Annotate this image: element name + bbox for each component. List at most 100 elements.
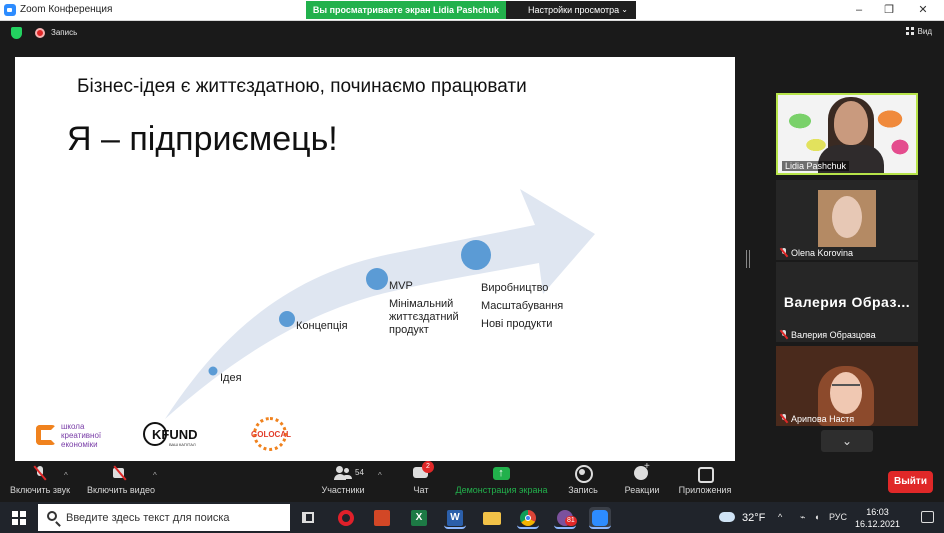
start-video-button[interactable]: Включить видео xyxy=(86,465,156,501)
chrome-center xyxy=(525,515,531,521)
reactions-icon xyxy=(633,461,651,481)
maximize-button[interactable]: ❐ xyxy=(878,2,900,18)
participant-face xyxy=(830,372,862,414)
kfund-logo-text: KFUND xyxy=(152,427,198,442)
view-button[interactable]: Вид xyxy=(905,27,932,36)
notifications-icon[interactable] xyxy=(921,511,934,523)
recording-icon xyxy=(35,28,45,38)
participant-tile-active-speaker[interactable]: Lidia Pashchuk xyxy=(776,93,918,175)
participants-label: Участники xyxy=(321,485,365,495)
stage-label-mvp-line3: продукт xyxy=(389,324,429,336)
clock-date: 16.12.2021 xyxy=(855,519,901,529)
avatar-face xyxy=(832,196,862,238)
language-indicator[interactable]: РУС xyxy=(829,512,847,522)
participant-name: Olena Korovina xyxy=(791,248,854,258)
slide-title: Я – підприємець! xyxy=(67,120,338,158)
school-logo-mark xyxy=(36,425,56,445)
windows-taskbar: X W 81 32°F ^ ⌁ ◖ РУС 16:03 16.12.2021 xyxy=(0,502,944,533)
security-shield-icon[interactable] xyxy=(11,27,22,39)
meeting-toolbar: Включить звук ^ Включить видео ^ Участни… xyxy=(0,461,944,502)
video-options-caret-icon[interactable]: ^ xyxy=(153,471,157,480)
search-icon xyxy=(47,511,57,521)
volume-icon[interactable]: ◖ xyxy=(814,512,819,522)
mic-muted-icon xyxy=(780,330,788,339)
chat-button[interactable]: 2 Чат xyxy=(406,461,436,501)
excel-glyph: X xyxy=(411,510,427,526)
presentation-app-icon[interactable] xyxy=(371,507,393,529)
stage-dot-mvp xyxy=(366,268,388,290)
apps-icon xyxy=(696,465,714,483)
unmute-button[interactable]: Включить звук xyxy=(8,465,72,501)
reactions-button[interactable]: Реакции xyxy=(623,461,661,501)
apps-button[interactable]: Приложения xyxy=(676,465,734,501)
windows-start-icon[interactable] xyxy=(12,511,26,525)
stage-label-mvp-line2: життєздатний xyxy=(389,311,459,323)
stage-label-concept: Концепція xyxy=(296,320,348,332)
meeting-top-strip: Запись Вид xyxy=(0,21,944,45)
reactions-label: Реакции xyxy=(624,485,660,495)
weather-temperature[interactable]: 32°F xyxy=(742,512,765,524)
zoom-taskbar-icon[interactable] xyxy=(589,507,611,529)
slide-heading: Бізнес-ідея є життєздатною, починаємо пр… xyxy=(77,76,527,97)
record-label: Запись xyxy=(568,485,598,495)
system-clock[interactable]: 16:03 16.12.2021 xyxy=(855,506,900,530)
word-icon[interactable]: W xyxy=(444,507,466,529)
leave-meeting-button[interactable]: Выйти xyxy=(888,471,933,493)
record-icon xyxy=(574,465,593,483)
viber-icon[interactable]: 81 xyxy=(554,507,577,529)
camera-off-icon xyxy=(112,465,130,481)
participant-display-name: Валерия Образ... xyxy=(783,294,911,310)
task-view-glyph xyxy=(302,512,314,523)
participant-name-row: Валерия Образцова xyxy=(780,330,876,340)
mic-muted-icon xyxy=(780,248,788,257)
school-logo-line2: креативної xyxy=(61,431,102,440)
screen-share-banner: Вы просматриваете экран Lidia Pashchuk xyxy=(306,1,506,19)
recording-label: Запись xyxy=(51,28,78,37)
stage-label-mvp: MVP xyxy=(389,280,413,292)
minimize-button[interactable]: – xyxy=(848,2,870,18)
network-icon[interactable]: ⌁ xyxy=(800,512,805,523)
share-screen-button[interactable]: Демонстрация экрана xyxy=(454,465,549,501)
participant-avatar xyxy=(818,190,876,247)
opera-icon[interactable] xyxy=(335,507,357,529)
stage-label-idea: Ідея xyxy=(220,372,242,384)
participant-name-row: Арипова Настя xyxy=(780,414,854,424)
record-button[interactable]: Запись xyxy=(566,465,600,501)
school-logo-line3: економіки xyxy=(61,440,98,449)
participant-name: Lidia Pashchuk xyxy=(782,161,850,171)
stage-dot-idea xyxy=(208,366,218,376)
excel-icon[interactable]: X xyxy=(408,507,430,529)
participant-tile[interactable]: Валерия Образ... Валерия Образцова xyxy=(776,262,918,342)
growth-arrow-graphic xyxy=(165,189,595,419)
scroll-participants-down-button[interactable]: ⌄ xyxy=(821,430,873,452)
task-view-icon[interactable] xyxy=(297,507,319,529)
taskbar-search-box[interactable] xyxy=(38,504,290,531)
close-button[interactable]: ✕ xyxy=(912,2,934,18)
chat-label: Чат xyxy=(413,485,429,495)
chevron-down-icon: ⌄ xyxy=(621,5,628,14)
shared-screen-slide: Бізнес-ідея є життєздатною, починаємо пр… xyxy=(15,57,735,461)
participant-face xyxy=(834,101,868,145)
kfund-logo-sub: ВАШ КАПІТАЛ xyxy=(169,442,196,447)
mic-muted-icon xyxy=(780,414,788,423)
zoom-glyph xyxy=(592,510,608,526)
view-label: Вид xyxy=(917,27,932,36)
panel-splitter-handle[interactable] xyxy=(746,250,750,268)
participant-tile[interactable]: Olena Korovina xyxy=(776,180,918,260)
participants-options-caret-icon[interactable]: ^ xyxy=(378,471,382,480)
chrome-icon[interactable] xyxy=(517,507,539,529)
opera-glyph xyxy=(338,510,354,526)
weather-cloud-icon[interactable] xyxy=(719,512,735,522)
word-glyph: W xyxy=(447,510,463,526)
grid-icon xyxy=(905,27,914,35)
share-screen-icon xyxy=(492,465,511,481)
participant-tile[interactable]: Арипова Настя xyxy=(776,346,918,426)
tray-overflow-chevron-icon[interactable]: ^ xyxy=(778,512,782,522)
stage-label-new-products: Нові продукти xyxy=(481,318,553,330)
audio-options-caret-icon[interactable]: ^ xyxy=(64,471,68,480)
chat-unread-badge: 2 xyxy=(422,461,434,473)
taskbar-search-input[interactable] xyxy=(66,504,286,531)
kfund-logo: KFUND ВАШ КАПІТАЛ xyxy=(143,422,223,448)
view-options-dropdown[interactable]: Настройки просмотра ⌄ xyxy=(506,1,636,19)
file-explorer-icon[interactable] xyxy=(481,507,503,529)
